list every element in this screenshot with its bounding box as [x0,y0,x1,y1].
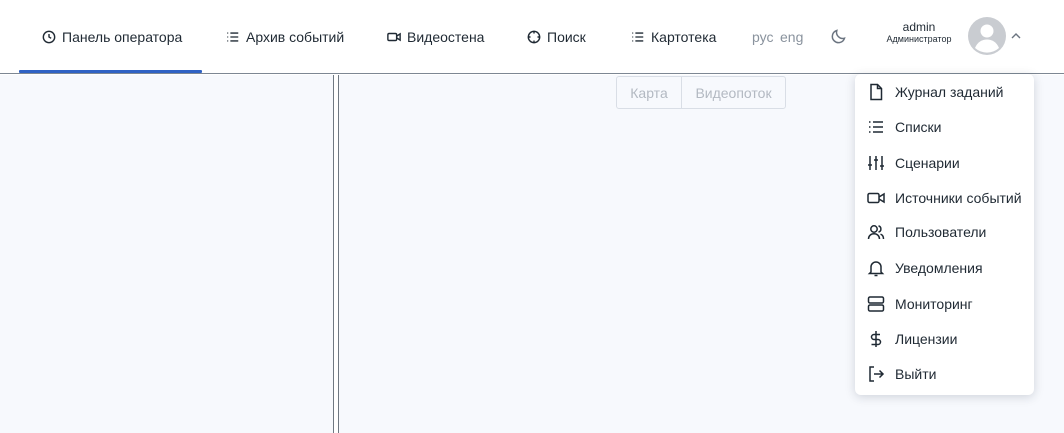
crosshair-icon [527,30,541,44]
file-icon [870,83,883,101]
menu-item-notifications[interactable]: Уведомления [855,251,1034,285]
nav-tab-card-index[interactable]: Картотека [631,0,716,74]
menu-item-licenses[interactable]: Лицензии [855,322,1034,356]
view-toggle: Карта Видеопоток [616,76,786,109]
nav-tab-operator-panel[interactable]: Панель оператора [42,0,182,74]
chevron-up-icon[interactable] [1010,31,1022,41]
dollar-icon [870,331,882,347]
left-panel [0,75,334,433]
bell-icon [867,261,885,277]
list-icon [869,121,883,133]
menu-item-monitoring[interactable]: Мониторинг [855,287,1034,321]
video-icon [867,192,885,204]
menu-item-logout[interactable]: Выйти [855,357,1034,391]
nav-tab-label: Поиск [547,29,586,45]
nav-tab-label: Видеостена [407,29,485,45]
user-dropdown-menu: Журнал заданий Списки Сценарии Источники… [855,74,1034,395]
moon-icon[interactable] [830,27,848,45]
sliders-icon [868,156,884,170]
menu-item-label: Журнал заданий [895,84,1004,100]
list-icon [632,32,644,42]
user-name: admin [902,20,936,34]
server-icon [867,296,885,312]
nav-tab-search[interactable]: Поиск [527,0,586,74]
logout-icon [869,366,885,382]
clock-icon [42,30,56,44]
nav-tab-video-wall[interactable]: Видеостена [387,0,484,74]
menu-item-users[interactable]: Пользователи [855,215,1034,249]
menu-item-label: Сценарии [895,155,960,171]
menu-item-scenarios[interactable]: Сценарии [855,146,1034,180]
menu-item-label: Лицензии [895,331,958,347]
menu-item-task-log[interactable]: Журнал заданий [855,75,1034,109]
menu-item-event-sources[interactable]: Источники событий [855,181,1034,215]
menu-item-label: Пользователи [895,224,987,240]
view-toggle-videostream[interactable]: Видеопоток [682,77,785,108]
user-avatar-icon[interactable] [968,17,1006,55]
list-icon [227,32,239,42]
user-info: admin Администратор [872,20,966,45]
menu-item-label: Списки [895,119,942,135]
language-option-en[interactable]: eng [780,0,803,74]
view-toggle-map[interactable]: Карта [617,77,682,108]
top-navigation-bar: Панель оператора Архив событий Видеостен… [0,0,1064,74]
user-role: Администратор [886,34,952,45]
language-option-ru[interactable]: рус [752,0,773,74]
nav-tab-label: Картотека [651,29,717,45]
menu-item-lists[interactable]: Списки [855,110,1034,144]
menu-item-label: Выйти [895,366,937,382]
nav-tab-label: Архив событий [246,29,345,45]
menu-item-label: Уведомления [895,260,983,276]
nav-tab-label: Панель оператора [62,29,183,45]
nav-tab-event-archive[interactable]: Архив событий [226,0,344,74]
active-tab-indicator [19,70,202,73]
menu-item-label: Источники событий [895,190,1022,206]
users-icon [867,225,885,240]
video-icon [387,32,401,42]
menu-item-label: Мониторинг [895,296,973,312]
